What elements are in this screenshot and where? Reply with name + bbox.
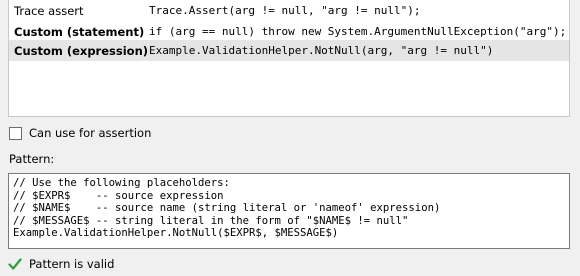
pattern-line: Example.ValidationHelper.NotNull($EXPR$,…: [13, 227, 339, 239]
can-use-for-assertion-checkbox[interactable]: [9, 126, 22, 140]
pattern-line: // $NAME$ -- source name (string literal…: [13, 202, 441, 214]
checkbox-label: Can use for assertion: [29, 126, 152, 140]
method-name: Custom (statement): [14, 24, 145, 39]
assertion-method-list[interactable]: Trace assert Trace.Assert(arg != null, "…: [8, 0, 570, 117]
method-code: if (arg == null) throw new System.Argume…: [149, 25, 567, 38]
list-item-custom-statement[interactable]: Custom (statement) if (arg == null) thro…: [9, 21, 569, 42]
method-name: Trace assert: [14, 3, 84, 18]
pattern-line: // $EXPR$ -- source expression: [13, 189, 224, 202]
checkmark-icon: [8, 258, 22, 270]
pattern-line: // Use the following placeholders:: [13, 177, 230, 189]
pattern-editor[interactable]: // Use the following placeholders:// $EX…: [8, 173, 570, 249]
method-code: Trace.Assert(arg != null, "arg != null")…: [149, 4, 421, 17]
method-name: Custom (expression): [14, 43, 149, 58]
pattern-line: // $MESSAGE$ -- string literal in the fo…: [13, 214, 409, 227]
method-code: Example.ValidationHelper.NotNull(arg, "a…: [149, 44, 494, 57]
can-use-for-assertion-option[interactable]: Can use for assertion: [9, 125, 151, 141]
status-text: Pattern is valid: [29, 257, 115, 271]
pattern-label: Pattern:: [9, 152, 55, 166]
list-item-trace-assert[interactable]: Trace assert Trace.Assert(arg != null, "…: [9, 0, 569, 21]
list-item-custom-expression[interactable]: Custom (expression) Example.ValidationHe…: [9, 40, 569, 61]
validation-status: Pattern is valid: [8, 256, 114, 272]
